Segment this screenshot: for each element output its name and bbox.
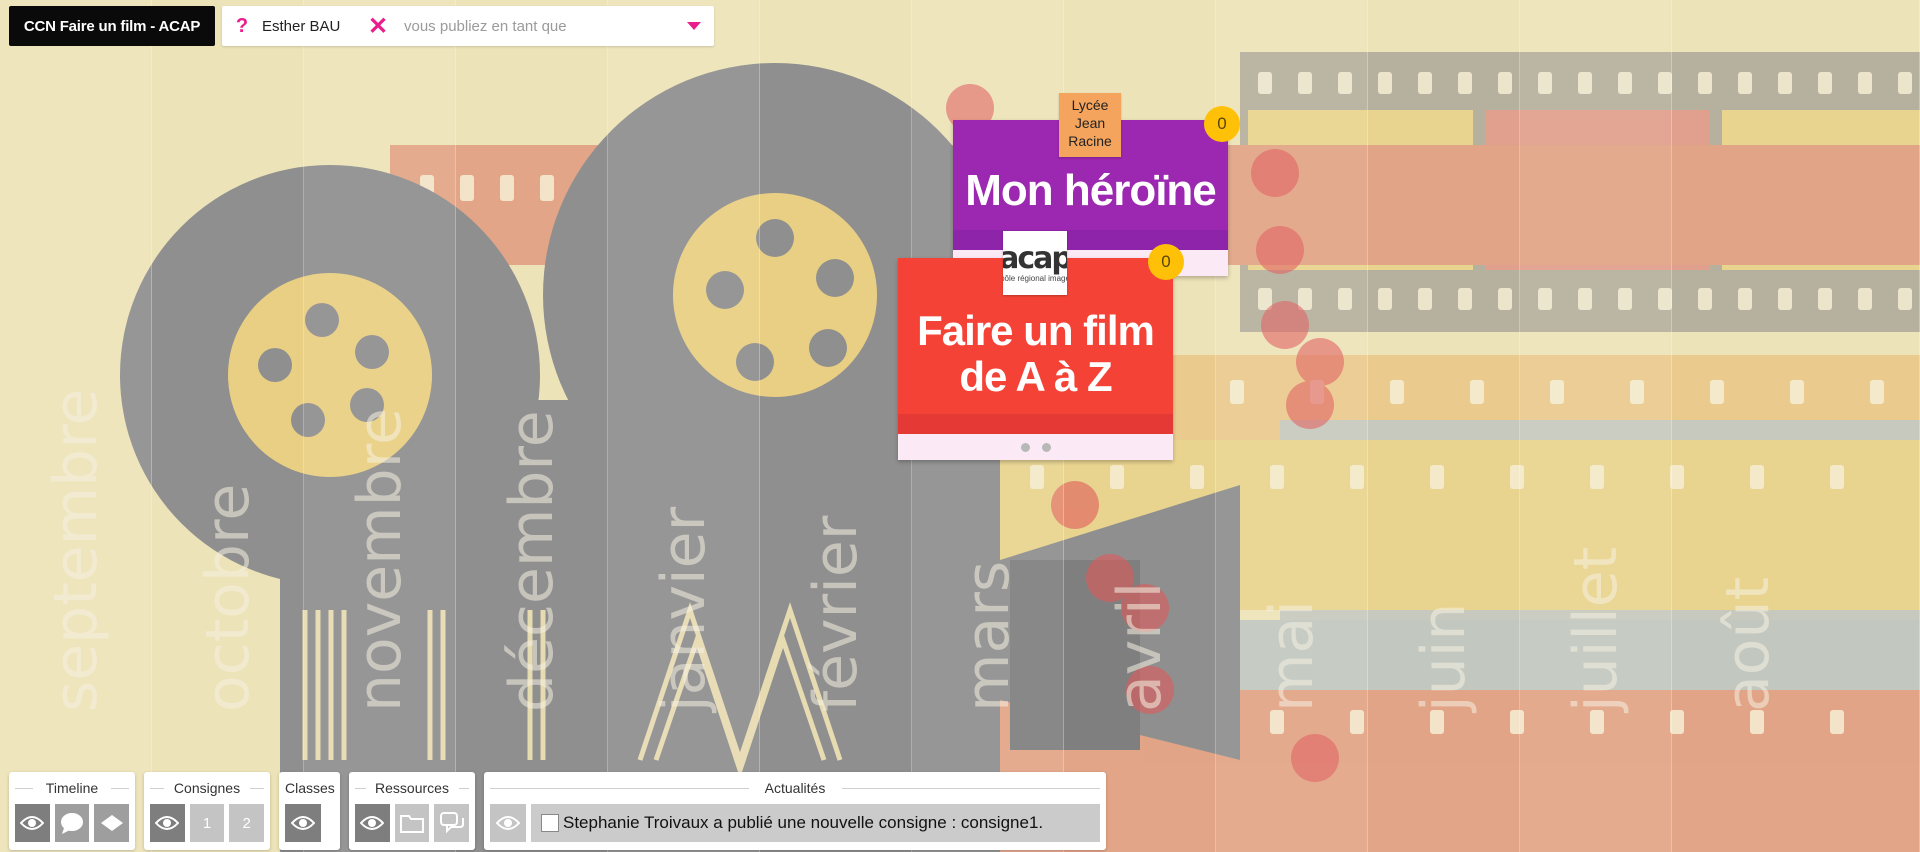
month-column-october[interactable]: octobre bbox=[152, 0, 304, 852]
logo-text: acap bbox=[1003, 240, 1067, 276]
month-column-july[interactable]: juillet bbox=[1520, 0, 1672, 852]
divider bbox=[355, 788, 366, 789]
month-label: juillet bbox=[1560, 546, 1631, 712]
divider bbox=[490, 788, 749, 789]
news-thumbnail bbox=[541, 814, 559, 832]
author-tag: Lycée Jean Racine bbox=[1059, 93, 1121, 157]
consigne-page-2[interactable]: 2 bbox=[229, 804, 265, 842]
comment-icon[interactable] bbox=[54, 804, 90, 842]
consignes-panel: Consignes 1 2 bbox=[144, 772, 270, 850]
author-tag-line: Jean bbox=[1074, 115, 1106, 131]
pagination-dot[interactable] bbox=[1020, 442, 1030, 452]
month-column-december[interactable]: décembre bbox=[456, 0, 608, 852]
month-column-february[interactable]: février bbox=[760, 0, 912, 852]
layers-icon[interactable] bbox=[94, 804, 130, 842]
divider bbox=[15, 788, 33, 789]
divider bbox=[841, 788, 1100, 789]
publish-as-select[interactable]: vous publiez en tant que bbox=[398, 18, 674, 35]
panel-title: Consignes bbox=[150, 778, 264, 798]
panel-title: Timeline bbox=[15, 778, 129, 798]
month-label: octobre bbox=[192, 483, 263, 712]
classes-panel: Classes bbox=[279, 772, 340, 850]
card-title: Mon héroïne bbox=[965, 166, 1217, 215]
logo-subtext: pôle régional image bbox=[1003, 273, 1067, 283]
news-item[interactable]: Stephanie Troivaux a publié une nouvelle… bbox=[531, 804, 1100, 842]
news-text: Stephanie Troivaux a publié une nouvelle… bbox=[563, 813, 1044, 832]
consigne-page-1[interactable]: 1 bbox=[189, 804, 225, 842]
card-strip bbox=[898, 414, 1173, 434]
eye-icon[interactable] bbox=[285, 804, 321, 842]
month-label: novembre bbox=[344, 408, 415, 712]
month-label: février bbox=[800, 515, 871, 712]
divider bbox=[150, 788, 165, 789]
month-column-august[interactable]: août bbox=[1672, 0, 1920, 852]
month-label: juin bbox=[1408, 602, 1479, 712]
author-tag-line: Racine bbox=[1068, 133, 1112, 149]
timeline-panel: Timeline bbox=[9, 772, 135, 850]
divider bbox=[458, 788, 469, 789]
help-icon[interactable]: ? bbox=[222, 15, 262, 38]
user-bar: ? Esther BAU ✕ vous publiez en tant que bbox=[222, 6, 714, 46]
actualites-panel: Actualités Stephanie Troivaux a publié u… bbox=[484, 772, 1106, 850]
panel-title: Actualités bbox=[490, 778, 1100, 798]
eye-icon[interactable] bbox=[15, 804, 50, 842]
chevron-down-icon[interactable] bbox=[674, 22, 714, 30]
panel-title: Classes bbox=[285, 780, 335, 796]
card-title-line: Faire un film bbox=[917, 307, 1155, 354]
card-title-line: de A à Z bbox=[959, 353, 1112, 400]
month-label: mai bbox=[1256, 600, 1327, 712]
month-label: avril bbox=[1104, 581, 1175, 712]
card-strip bbox=[953, 230, 1228, 250]
month-column-september[interactable]: septembre bbox=[0, 0, 152, 852]
month-column-june[interactable]: juin bbox=[1368, 0, 1520, 852]
logout-icon[interactable]: ✕ bbox=[358, 12, 398, 41]
card-title: Faire un film de A à Z bbox=[898, 308, 1173, 400]
eye-icon[interactable] bbox=[490, 804, 526, 842]
month-label: septembre bbox=[40, 388, 111, 713]
ressources-panel: Ressources bbox=[349, 772, 475, 850]
divider bbox=[111, 788, 129, 789]
author-tag-line: Lycée bbox=[1071, 97, 1109, 113]
month-label: janvier bbox=[648, 506, 719, 712]
panel-title: Ressources bbox=[355, 778, 469, 798]
month-column-january[interactable]: janvier bbox=[608, 0, 760, 852]
month-column-november[interactable]: novembre bbox=[304, 0, 456, 852]
pagination-dot[interactable] bbox=[1041, 442, 1051, 452]
month-label: août bbox=[1713, 576, 1783, 712]
folder-icon[interactable] bbox=[394, 804, 430, 842]
card-pagination bbox=[898, 434, 1173, 460]
course-title-button[interactable]: CCN Faire un film - ACAP bbox=[9, 6, 215, 46]
chat-icon[interactable] bbox=[434, 804, 470, 842]
divider bbox=[249, 788, 264, 789]
eye-icon[interactable] bbox=[355, 804, 390, 842]
comment-count-badge[interactable]: 0 bbox=[1204, 106, 1240, 142]
acap-logo: acap pôle régional image bbox=[1003, 231, 1067, 295]
month-label: décembre bbox=[496, 410, 567, 712]
eye-icon[interactable] bbox=[150, 804, 185, 842]
comment-count-badge[interactable]: 0 bbox=[1148, 244, 1184, 280]
user-name[interactable]: Esther BAU bbox=[262, 18, 358, 35]
month-label: mars bbox=[952, 560, 1023, 712]
